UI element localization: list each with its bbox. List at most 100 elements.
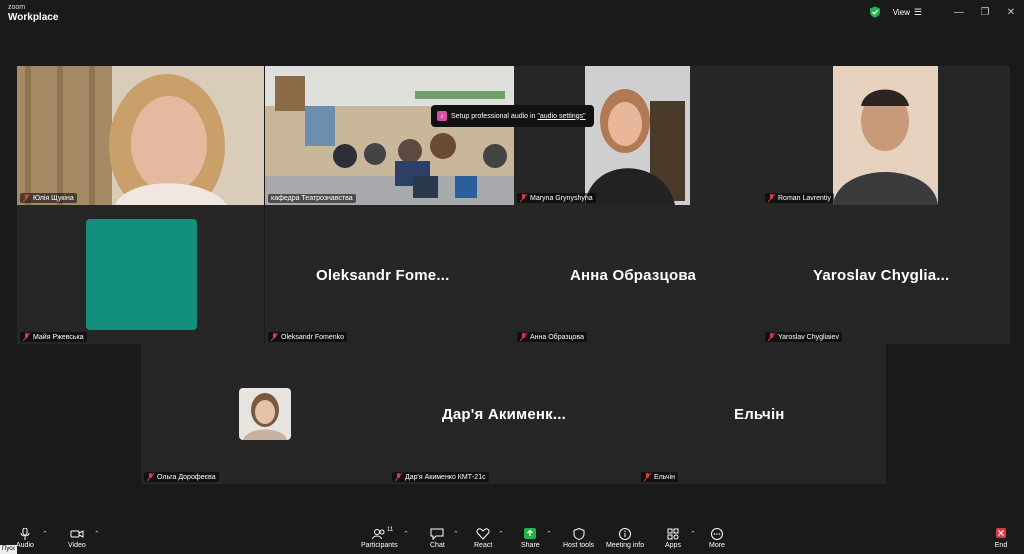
zoom-workplace-logo: zoom Workplace bbox=[8, 3, 58, 23]
participant-name: Анна Образцова bbox=[530, 333, 584, 341]
participant-video bbox=[833, 66, 938, 205]
muted-mic-icon bbox=[23, 194, 30, 202]
participants-label: Participants bbox=[361, 542, 398, 549]
participant-name-tag: кафедра Театрознавства bbox=[268, 194, 356, 203]
share-button[interactable]: Share bbox=[521, 528, 540, 549]
participant-video bbox=[265, 66, 514, 205]
share-label: Share bbox=[521, 542, 540, 549]
security-shield-icon[interactable] bbox=[869, 6, 881, 18]
muted-mic-icon bbox=[23, 333, 30, 341]
logo-line1: zoom bbox=[8, 4, 26, 11]
participant-name-tag: Ельчін bbox=[641, 472, 678, 482]
tooltip-message: Setup professional audio in bbox=[451, 112, 538, 120]
apps-label: Apps bbox=[665, 542, 681, 549]
more-dots-icon bbox=[710, 528, 723, 540]
logo-line2: Workplace bbox=[8, 12, 59, 23]
minimize-icon: — bbox=[954, 6, 964, 18]
muted-mic-icon bbox=[271, 333, 278, 341]
muted-mic-icon bbox=[395, 473, 402, 481]
muted-mic-icon bbox=[520, 333, 527, 341]
participant-display-name: Oleksandr Fome... bbox=[316, 267, 450, 284]
video-options-caret[interactable]: ⌃ bbox=[94, 530, 100, 538]
more-label: More bbox=[709, 542, 725, 549]
participant-name: Майя Ржевська bbox=[33, 333, 84, 341]
close-window-button[interactable]: ✕ bbox=[998, 0, 1024, 24]
muted-mic-icon bbox=[768, 333, 775, 341]
participant-tile[interactable]: Дар'я Акименк... Дар'я Акименко КМТ-21с bbox=[389, 344, 638, 484]
meeting-info-label: Meeting info bbox=[606, 542, 645, 549]
participant-tile[interactable]: Maryna Grynyshyna bbox=[514, 66, 762, 205]
muted-mic-icon bbox=[768, 194, 775, 202]
chat-options-caret[interactable]: ⌃ bbox=[453, 530, 459, 538]
participant-display-name: Дар'я Акименк... bbox=[442, 406, 566, 423]
participant-video bbox=[17, 66, 264, 205]
chat-icon bbox=[430, 528, 444, 540]
video-button[interactable]: Video bbox=[68, 528, 86, 549]
audio-label: Audio bbox=[16, 542, 34, 549]
participant-name: Yaroslav Chygliaiev bbox=[778, 333, 839, 341]
apps-options-caret[interactable]: ⌃ bbox=[690, 530, 696, 538]
title-bar: zoom Workplace View ☰ — ❐ ✕ bbox=[0, 0, 1024, 24]
end-label: End bbox=[994, 542, 1008, 549]
participant-tile[interactable]: Oleksandr Fome... Oleksandr Fomenko bbox=[265, 205, 514, 344]
participant-name: Oleksandr Fomenko bbox=[281, 333, 345, 341]
participant-tile[interactable]: Ольга Дорофеєва bbox=[141, 344, 389, 484]
camera-icon bbox=[70, 530, 84, 538]
participant-tile[interactable]: Ельчін Ельчін bbox=[638, 344, 886, 484]
react-label: React bbox=[474, 542, 493, 549]
participant-name-tag: Дар'я Акименко КМТ-21с bbox=[392, 472, 489, 482]
end-meeting-button[interactable]: End bbox=[994, 528, 1008, 549]
restore-button[interactable]: ❐ bbox=[972, 0, 998, 24]
audio-button[interactable]: Audio bbox=[16, 528, 34, 549]
info-icon bbox=[619, 528, 632, 540]
host-tools-button[interactable]: Host tools bbox=[563, 528, 594, 549]
participant-name-tag: Майя Ржевська bbox=[20, 332, 87, 342]
participants-count: 11 bbox=[387, 527, 394, 533]
participant-display-name: Ельчін bbox=[734, 406, 785, 423]
participant-name: кафедра Театрознавства bbox=[271, 195, 353, 202]
more-button[interactable]: More bbox=[709, 528, 725, 549]
muted-mic-icon bbox=[520, 194, 527, 202]
chat-label: Chat bbox=[430, 542, 445, 549]
participant-name-tag: Ольга Дорофеєва bbox=[144, 472, 219, 482]
view-button[interactable]: View ☰ bbox=[893, 7, 922, 18]
participant-name: Ельчін bbox=[654, 473, 675, 481]
participant-tile[interactable]: Roman Lavrentiy bbox=[762, 66, 1010, 205]
heart-icon bbox=[476, 528, 490, 540]
participant-display-name: Анна Образцова bbox=[570, 267, 697, 284]
participant-display-name: Yaroslav Chyglia... bbox=[813, 267, 950, 284]
view-label: View bbox=[892, 7, 910, 17]
react-options-caret[interactable]: ⌃ bbox=[498, 530, 504, 538]
host-tools-label: Host tools bbox=[563, 542, 595, 549]
participant-name: Maryna Grynyshyna bbox=[530, 194, 593, 202]
audio-settings-tooltip: ♪ Setup professional audio in "audio set… bbox=[431, 105, 594, 127]
participant-tile[interactable]: Анна Образцова Анна Образцова bbox=[514, 205, 762, 344]
audio-settings-link[interactable]: "audio settings" bbox=[537, 113, 585, 120]
participant-tile[interactable]: Юлія Щукіна bbox=[17, 66, 264, 205]
react-button[interactable]: React bbox=[474, 528, 492, 549]
muted-mic-icon bbox=[147, 473, 154, 481]
participant-name-tag: Yaroslav Chygliaiev bbox=[765, 332, 842, 342]
chat-button[interactable]: Chat bbox=[430, 528, 445, 549]
participant-tile-active-speaker[interactable]: кафедра Театрознавства bbox=[265, 66, 514, 205]
audio-tooltip-icon: ♪ bbox=[437, 111, 447, 121]
share-screen-icon bbox=[524, 528, 537, 539]
participants-options-caret[interactable]: ⌃ bbox=[403, 530, 409, 538]
view-grid-icon: ☰ bbox=[913, 6, 922, 17]
participant-tile[interactable]: Майя Ржевська bbox=[17, 205, 264, 344]
participant-name-tag: Roman Lavrentiy bbox=[765, 193, 834, 203]
share-options-caret[interactable]: ⌃ bbox=[546, 530, 552, 538]
participant-name-tag: Анна Образцова bbox=[517, 332, 587, 342]
participant-name-tag: Юлія Щукіна bbox=[20, 193, 77, 203]
taskbar-start-button[interactable]: Пуск bbox=[0, 545, 17, 554]
meeting-info-button[interactable]: Meeting info bbox=[606, 528, 644, 549]
participant-name: Дар'я Акименко КМТ-21с bbox=[405, 473, 486, 481]
participant-name-tag: Maryna Grynyshyna bbox=[517, 193, 596, 203]
minimize-button[interactable]: — bbox=[946, 0, 972, 24]
participant-tile[interactable]: Yaroslav Chyglia... Yaroslav Chygliaiev bbox=[762, 205, 1010, 344]
host-shield-icon bbox=[573, 528, 585, 540]
participant-name: Ольга Дорофеєва bbox=[157, 473, 216, 481]
apps-icon bbox=[667, 528, 679, 540]
audio-options-caret[interactable]: ⌃ bbox=[42, 530, 48, 538]
apps-button[interactable]: Apps bbox=[665, 528, 681, 549]
